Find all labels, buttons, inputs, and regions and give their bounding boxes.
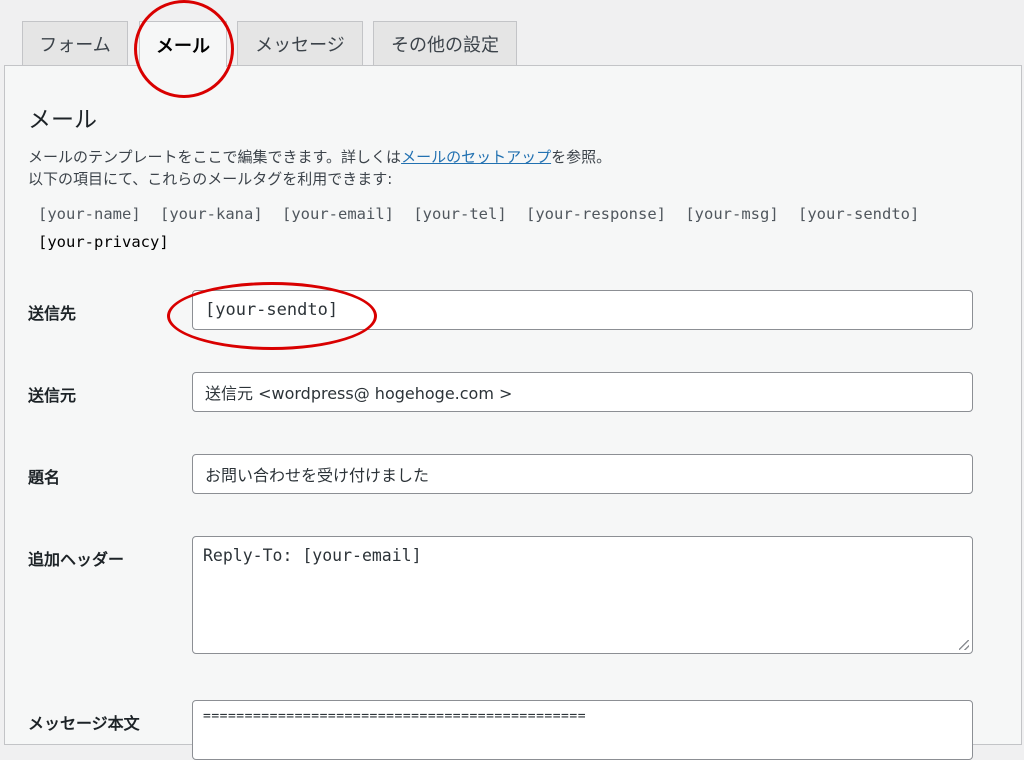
additional-headers-value: Reply-To: [your-email] [203,546,422,565]
panel-description: メールのテンプレートをここで編集できます。詳しくはメールのセットアップを参照。 … [28,146,611,190]
description-line-2: 以下の項目にて、これらのメールタグを利用できます: [28,170,393,188]
mail-tag[interactable]: [your-tel] [413,205,506,223]
subject-label: 題名 [28,468,61,487]
from-label: 送信元 [28,386,77,405]
additional-headers-textarea[interactable]: Reply-To: [your-email] [192,536,973,654]
mail-tag[interactable]: [your-sendto] [798,205,919,223]
subject-input[interactable]: お問い合わせを受け付けました [192,454,973,494]
to-input[interactable]: [your-sendto] [192,290,973,330]
from-input[interactable]: 送信元 <wordpress@ hogehoge.com > [192,372,973,412]
message-body-textarea[interactable]: ========================================… [192,700,973,760]
mail-tag[interactable]: [your-kana] [160,205,263,223]
mail-tag[interactable]: [your-response] [526,205,666,223]
tab-mail[interactable]: メール [139,21,227,67]
mail-tag[interactable]: [your-privacy] [38,233,169,251]
description-line-1: メールのテンプレートをここで編集できます。詳しくはメールのセットアップを参照。 [28,146,611,168]
mail-tag[interactable]: [your-msg] [685,205,778,223]
panel-title: メール [28,107,97,133]
resize-handle-icon[interactable] [959,640,969,650]
message-body-value: ========================================… [203,709,587,724]
mail-tag[interactable]: [your-email] [282,205,394,223]
description-prefix: メールのテンプレートをここで編集できます。詳しくは [28,148,402,166]
description-suffix: を参照。 [551,148,612,166]
tab-bar: フォーム メール メッセージ その他の設定 [0,0,1024,67]
tab-form[interactable]: フォーム [22,21,128,65]
mail-setup-link[interactable]: メールのセットアップ [401,148,551,166]
mail-tag[interactable]: [your-name] [38,205,141,223]
message-body-label: メッセージ本文 [28,714,140,733]
tab-other-settings[interactable]: その他の設定 [373,21,517,65]
additional-headers-label: 追加ヘッダー [28,550,125,569]
mail-tag-list: [your-name] [your-kana] [your-email] [yo… [38,200,1008,256]
tab-messages[interactable]: メッセージ [237,21,363,65]
to-label: 送信先 [28,304,77,323]
